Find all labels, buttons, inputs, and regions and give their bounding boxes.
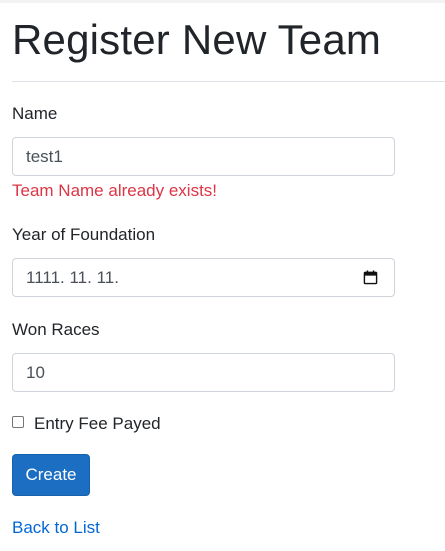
create-button[interactable]: Create xyxy=(12,454,90,496)
calendar-icon[interactable] xyxy=(363,270,378,285)
name-label: Name xyxy=(12,104,58,123)
won-races-input[interactable]: 10 xyxy=(12,353,395,392)
year-input-value: 1111. 11. 11. xyxy=(26,268,119,287)
top-divider xyxy=(0,0,445,3)
page-title: Register New Team xyxy=(12,16,382,63)
back-to-list-link[interactable]: Back to List xyxy=(12,517,100,539)
entry-fee-checkbox[interactable] xyxy=(12,416,24,428)
year-of-foundation-input[interactable]: 1111. 11. 11. xyxy=(12,258,395,297)
name-error-message: Team Name already exists! xyxy=(12,181,218,200)
year-label: Year of Foundation xyxy=(12,225,156,244)
name-input-value: test1 xyxy=(26,147,63,166)
entry-fee-label[interactable]: Entry Fee Payed xyxy=(34,413,161,435)
won-races-input-value: 10 xyxy=(26,363,45,382)
won-races-label: Won Races xyxy=(12,320,100,339)
title-divider xyxy=(12,81,445,82)
name-input[interactable]: test1 xyxy=(12,137,395,176)
